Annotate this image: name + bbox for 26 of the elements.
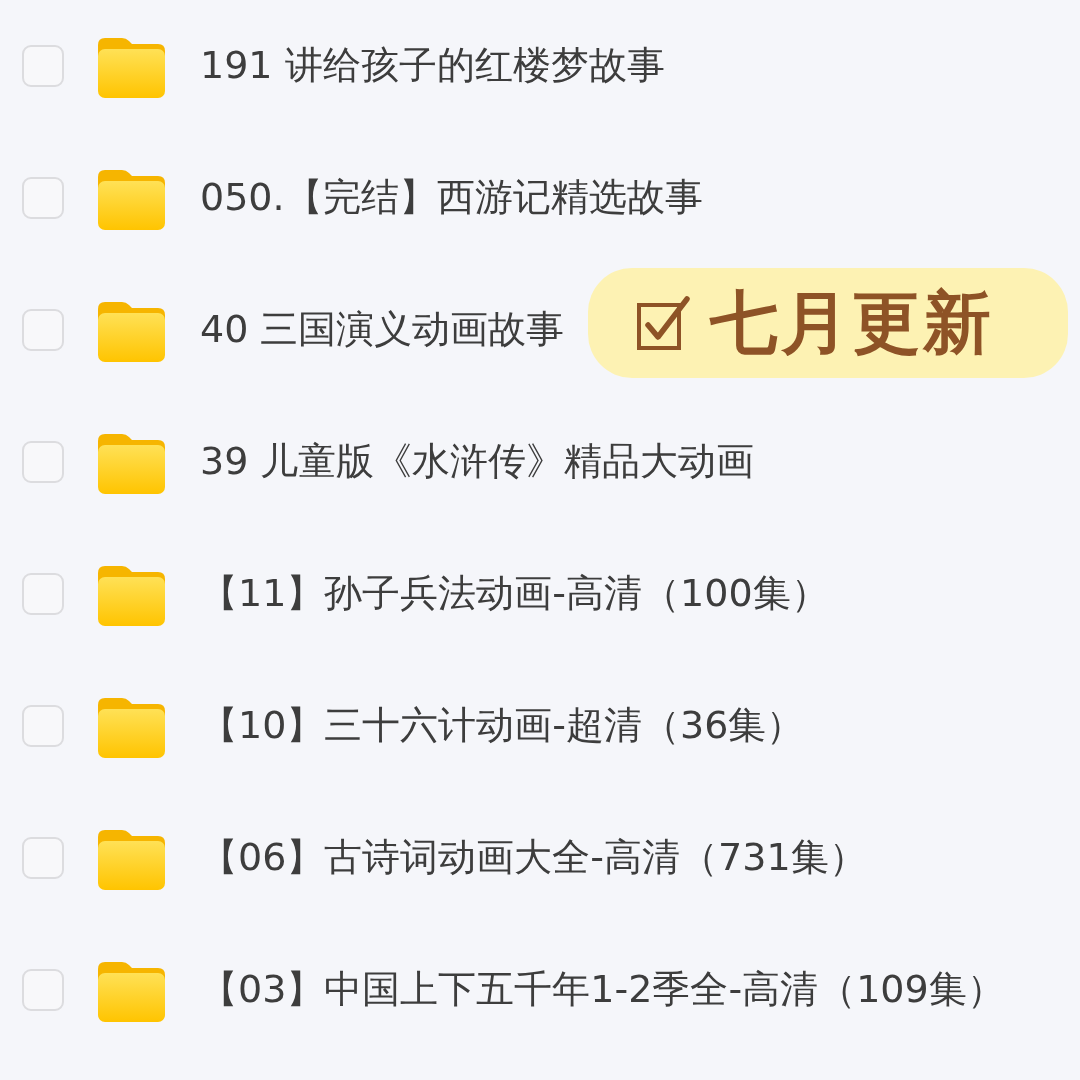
folder-icon	[98, 434, 165, 494]
folder-icon	[98, 38, 165, 98]
check-box-icon	[636, 295, 690, 351]
checkbox[interactable]	[22, 441, 64, 483]
folder-icon	[98, 566, 165, 626]
folder-name[interactable]: 【11】孙子兵法动画-高清（100集）	[200, 571, 829, 617]
folder-icon	[98, 962, 165, 1022]
folder-icon	[98, 698, 165, 758]
badge-label: 七月更新	[710, 285, 994, 361]
checkbox[interactable]	[22, 309, 64, 351]
folder-name[interactable]: 39 儿童版《水浒传》精品大动画	[200, 439, 755, 485]
checkbox[interactable]	[22, 177, 64, 219]
folder-name[interactable]: 191 讲给孩子的红楼梦故事	[200, 43, 665, 89]
checkbox[interactable]	[22, 837, 64, 879]
folder-icon	[98, 302, 165, 362]
folder-name[interactable]: 【06】古诗词动画大全-高清（731集）	[200, 835, 867, 881]
checkbox[interactable]	[22, 969, 64, 1011]
folder-name[interactable]: 【03】中国上下五千年1-2季全-高清（109集）	[200, 967, 1005, 1013]
checkbox[interactable]	[22, 45, 64, 87]
folder-name[interactable]: 050.【完结】西游记精选故事	[200, 175, 703, 221]
checkbox[interactable]	[22, 573, 64, 615]
folder-name[interactable]: 【10】三十六计动画-超清（36集）	[200, 703, 805, 749]
folder-name[interactable]: 40 三国演义动画故事	[200, 307, 565, 353]
checkbox[interactable]	[22, 705, 64, 747]
folder-icon	[98, 170, 165, 230]
folder-icon	[98, 830, 165, 890]
